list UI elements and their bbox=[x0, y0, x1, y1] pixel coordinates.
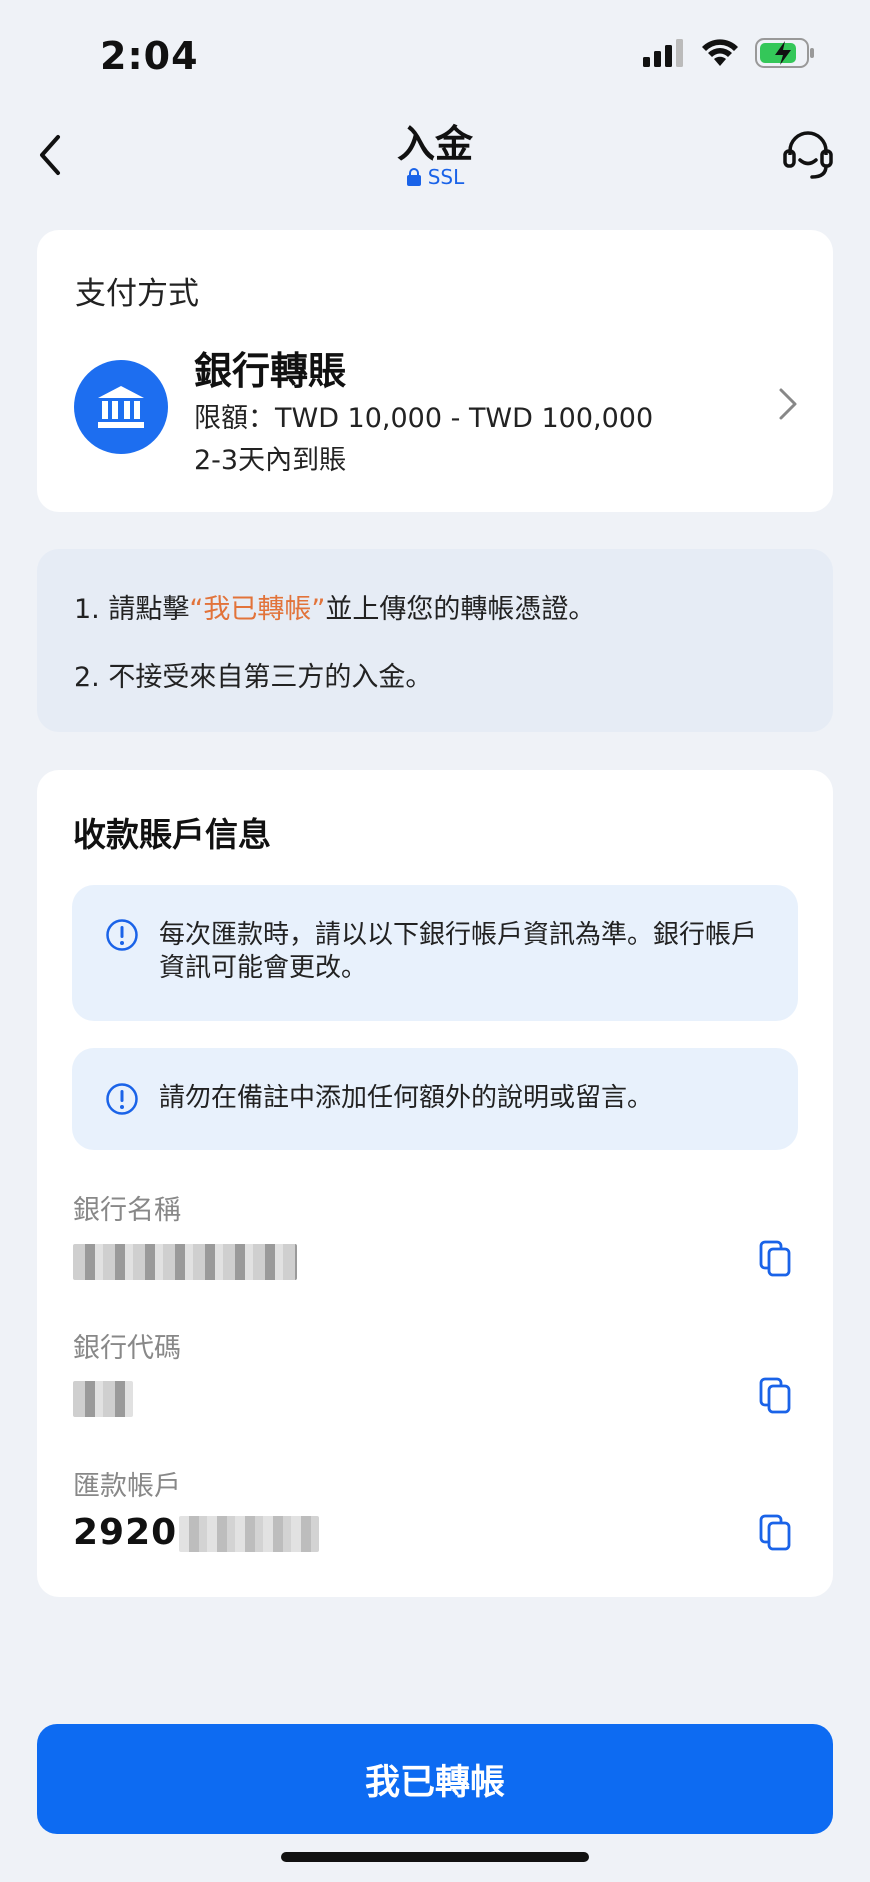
battery-charging-icon bbox=[755, 38, 814, 68]
notice-line-1: 1. 請點擊“我已轉帳”並上傳您的轉帳憑證。 bbox=[74, 587, 595, 626]
payment-method-label: 支付方式 bbox=[75, 276, 199, 312]
status-icons bbox=[643, 38, 815, 68]
receiving-account-card: 收款賬戶信息 每次匯款時，請以以下銀行帳戶資訊為準。銀行帳戶資訊可能會更改。 請… bbox=[37, 770, 833, 1597]
copy-bank-code-icon[interactable] bbox=[759, 1377, 793, 1415]
customer-support-headset-icon[interactable] bbox=[782, 127, 834, 183]
account-section-title: 收款賬戶信息 bbox=[73, 815, 271, 854]
notice-line-2: 2. 不接受來自第三方的入金。 bbox=[74, 662, 433, 693]
nav-bar: 入金 SSL bbox=[0, 105, 870, 205]
home-indicator bbox=[281, 1852, 589, 1862]
info-circle-icon bbox=[106, 919, 138, 951]
lock-icon bbox=[406, 168, 421, 186]
deposit-notice: 1. 請點擊“我已轉帳”並上傳您的轉帳憑證。 2. 不接受來自第三方的入金。 bbox=[37, 549, 833, 732]
ssl-badge: SSL bbox=[0, 165, 870, 189]
copy-account-number-icon[interactable] bbox=[759, 1514, 793, 1552]
info-text-no-remarks: 請勿在備註中添加任何額外的說明或留言。 bbox=[159, 1083, 654, 1113]
cellular-signal-icon bbox=[643, 39, 683, 67]
bank-name-label: 銀行名稱 bbox=[73, 1195, 181, 1226]
wifi-icon bbox=[702, 39, 738, 66]
account-number-visible: 2920 bbox=[73, 1512, 178, 1553]
page-title: 入金 bbox=[396, 122, 473, 166]
chevron-right-icon bbox=[779, 388, 797, 420]
payment-method-card[interactable]: 支付方式 銀行轉賬 限額：TWD 10,000 - TWD 100,000 2-… bbox=[37, 230, 833, 512]
info-box-no-remarks: 請勿在備註中添加任何額外的說明或留言。 bbox=[72, 1048, 798, 1150]
bank-code-label: 銀行代碼 bbox=[73, 1333, 181, 1364]
bank-name-value-redacted bbox=[73, 1240, 297, 1281]
bank-icon bbox=[74, 360, 168, 454]
i-have-transferred-button[interactable]: 我已轉帳 bbox=[37, 1724, 833, 1834]
account-number-value: 2920 bbox=[73, 1512, 320, 1553]
status-time: 2:04 bbox=[100, 34, 199, 78]
account-number-label: 匯款帳戶 bbox=[73, 1471, 181, 1502]
notice-line-1-suffix: 並上傳您的轉帳憑證。 bbox=[325, 594, 596, 625]
info-text-account-change: 每次匯款時，請以以下銀行帳戶資訊為準。銀行帳戶資訊可能會更改。 bbox=[159, 920, 758, 983]
payment-arrival-time: 2-3天內到賬 bbox=[194, 445, 347, 476]
info-box-account-change: 每次匯款時，請以以下銀行帳戶資訊為準。銀行帳戶資訊可能會更改。 bbox=[72, 885, 798, 1021]
notice-highlight: “我已轉帳” bbox=[189, 594, 326, 625]
status-bar: 2:04 bbox=[0, 0, 870, 110]
info-circle-icon bbox=[106, 1083, 138, 1115]
payment-limit: 限額：TWD 10,000 - TWD 100,000 bbox=[194, 403, 654, 434]
payment-method-name: 銀行轉賬 bbox=[194, 349, 347, 393]
notice-line-1-prefix: 1. 請點擊 bbox=[74, 594, 190, 625]
copy-bank-name-icon[interactable] bbox=[759, 1240, 793, 1278]
ssl-label: SSL bbox=[427, 165, 465, 189]
bank-code-value-redacted bbox=[73, 1377, 133, 1418]
